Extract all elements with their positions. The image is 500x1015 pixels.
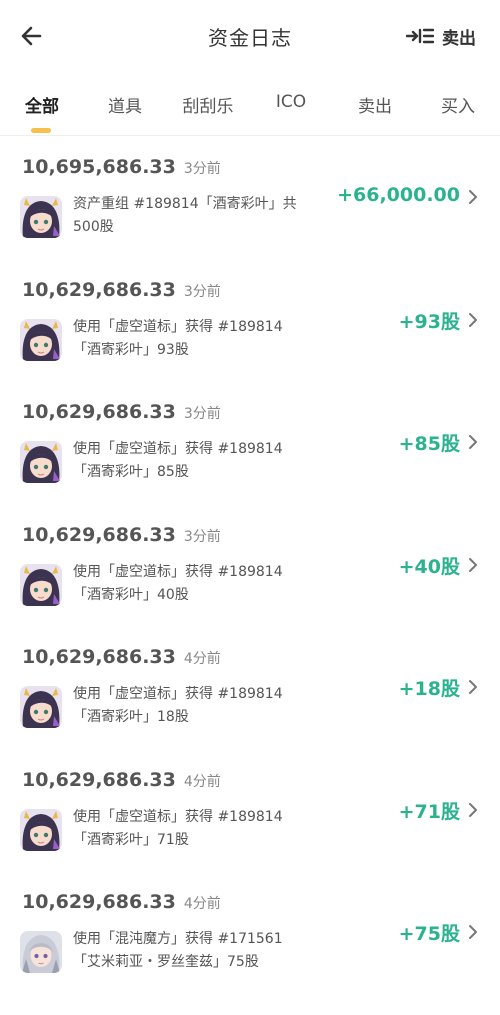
amount-change: +85股 [398,433,460,455]
description-line-1: 使用「混沌魔方」获得 #171561 [73,931,283,947]
description-line-1: 资产重组 #189814「酒寄彩叶」共 [73,196,297,212]
log-item[interactable]: 10,629,686.33 3分前 使用「虚空道标」获得 #189814 「酒寄… [0,259,500,382]
balance-line: 10,629,686.33 4分前 [22,646,221,668]
time-ago: 4分前 [183,773,221,790]
log-description: 使用「虚空道标」获得 #189814 「酒寄彩叶」40股 [73,561,323,607]
description-line-1: 使用「虚空道标」获得 #189814 [73,441,283,457]
balance-line: 10,629,686.33 3分前 [22,524,221,546]
log-item[interactable]: 10,629,686.33 4分前 使用「虚空道标」获得 #189814 「酒寄… [0,626,500,749]
tab-ico[interactable]: ICO [276,92,306,112]
character-avatar [20,441,62,483]
description-line-2: 「酒寄彩叶」85股 [73,464,189,480]
character-avatar [20,318,62,361]
log-description: 资产重组 #189814「酒寄彩叶」共 500股 [73,193,323,239]
time-ago: 3分前 [183,283,221,300]
tab-sell[interactable]: 卖出 [358,92,392,117]
top-bar: 资金日志 卖出 [0,0,500,72]
log-description: 使用「混沌魔方」获得 #171561 「艾米莉亚・罗丝奎兹」75股 [73,928,323,974]
chevron-right-icon [469,190,477,204]
description-line-1: 使用「虚空道标」获得 #189814 [73,563,283,580]
description-line-2: 「酒寄彩叶」71股 [73,831,189,848]
tab-all[interactable]: 全部 [25,92,59,117]
description-line-2: 「酒寄彩叶」93股 [73,341,189,358]
sell-label: 卖出 [442,28,476,49]
balance-value: 10,629,686.33 [22,401,176,423]
sell-icon [406,28,434,44]
balance-line: 10,629,686.33 4分前 [22,769,221,791]
amount-change: +40股 [398,555,460,578]
description-line-2: 「酒寄彩叶」40股 [73,586,189,603]
time-ago: 3分前 [183,528,221,545]
active-tab-indicator [31,128,51,133]
log-item[interactable]: 10,629,686.33 3分前 使用「虚空道标」获得 #189814 「酒寄… [0,504,500,627]
chevron-right-icon [469,680,477,694]
character-avatar [20,808,62,851]
log-description: 使用「虚空道标」获得 #189814 「酒寄彩叶」18股 [73,683,323,729]
chevron-right-icon [469,802,477,817]
time-ago: 4分前 [183,896,221,912]
description-line-1: 使用「虚空道标」获得 #189814 [73,808,283,825]
balance-value: 10,695,686.33 [22,156,176,178]
log-item[interactable]: 10,629,686.33 4分前 使用「虚空道标」获得 #189814 「酒寄… [0,749,500,872]
sell-button[interactable]: 卖出 [406,24,476,49]
balance-value: 10,629,686.33 [22,891,176,913]
tab-buy[interactable]: 买入 [441,92,475,117]
log-item[interactable]: 10,629,686.33 3分前 使用「虚空道标」获得 #189814 「酒寄… [0,381,500,504]
chevron-right-icon [469,312,477,327]
log-description: 使用「虚空道标」获得 #189814 「酒寄彩叶」71股 [73,806,323,852]
log-list: 10,695,686.33 3分前 资产重组 #189814「酒寄彩叶」共 50… [0,136,500,994]
amount-change: +18股 [398,678,460,700]
description-line-2: 「酒寄彩叶」18股 [73,709,189,725]
time-ago: 3分前 [183,161,221,177]
description-line-1: 使用「虚空道标」获得 #189814 [73,686,283,702]
tab-scratch[interactable]: 刮刮乐 [183,92,234,117]
time-ago: 3分前 [183,406,221,422]
log-description: 使用「虚空道标」获得 #189814 「酒寄彩叶」85股 [73,438,323,484]
character-avatar [20,931,62,973]
description-line-2: 500股 [73,219,114,235]
balance-value: 10,629,686.33 [22,768,176,791]
balance-value: 10,629,686.33 [22,523,176,546]
log-description: 使用「虚空道标」获得 #189814 「酒寄彩叶」93股 [73,316,323,362]
balance-line: 10,629,686.33 3分前 [22,401,221,423]
character-avatar [20,196,62,238]
amount-change: +75股 [398,923,460,945]
balance-line: 10,629,686.33 4分前 [22,891,221,913]
character-avatar [20,563,62,606]
time-ago: 4分前 [183,651,221,667]
balance-value: 10,629,686.33 [22,646,176,668]
amount-change: +71股 [398,800,460,823]
description-line-2: 「艾米莉亚・罗丝奎兹」75股 [73,954,259,970]
log-item[interactable]: 10,695,686.33 3分前 资产重组 #189814「酒寄彩叶」共 50… [0,136,500,259]
chevron-right-icon [469,435,477,449]
balance-line: 10,629,686.33 3分前 [22,279,221,301]
balance-line: 10,695,686.33 3分前 [22,156,221,178]
filter-tabs: 全部 道具 刮刮乐 ICO 卖出 买入 [0,84,500,136]
chevron-right-icon [469,925,477,939]
description-line-1: 使用「虚空道标」获得 #189814 [73,318,283,335]
tab-items[interactable]: 道具 [108,92,142,117]
character-avatar [20,686,62,728]
log-item[interactable]: 10,629,686.33 4分前 使用「混沌魔方」获得 #171561 「艾米… [0,871,500,994]
balance-value: 10,629,686.33 [22,278,176,301]
amount-change: +93股 [398,310,460,333]
chevron-right-icon [469,557,477,572]
amount-change: +66,000.00 [337,184,460,206]
